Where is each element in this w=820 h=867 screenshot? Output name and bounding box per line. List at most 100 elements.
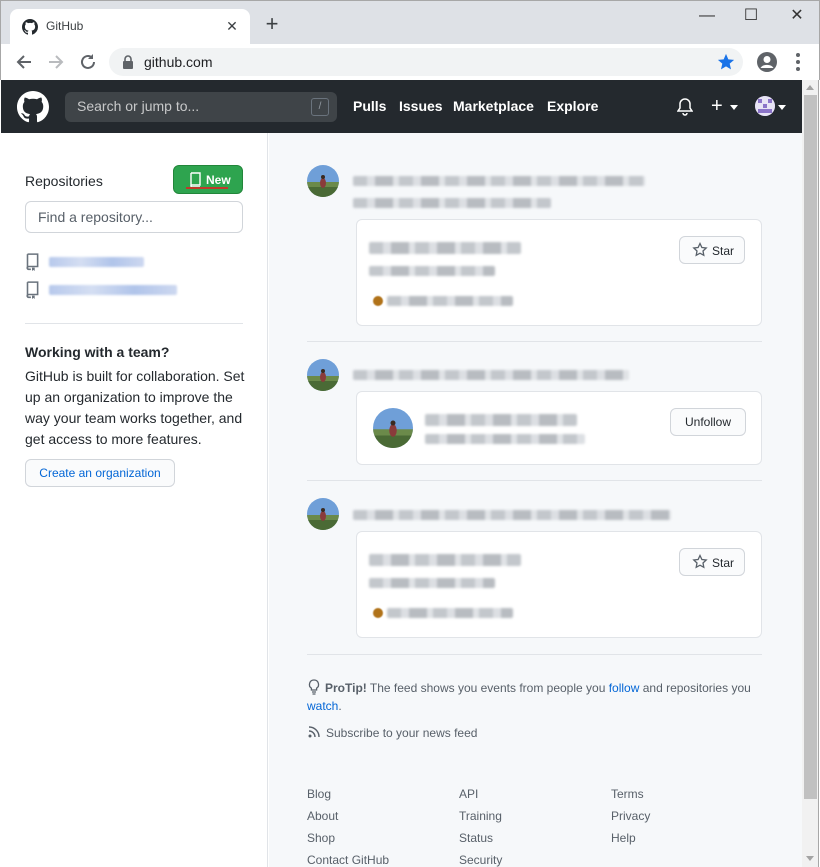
repo-icon: [26, 281, 39, 299]
protip-text-3: .: [338, 699, 342, 713]
repositories-heading: Repositories: [25, 173, 103, 189]
subscribe-feed-link[interactable]: Subscribe to your news feed: [307, 725, 477, 740]
browser-tab[interactable]: GitHub ✕: [10, 9, 250, 45]
nav-marketplace[interactable]: Marketplace: [453, 98, 534, 114]
follow-link[interactable]: follow: [609, 681, 640, 695]
star-button[interactable]: Star: [679, 236, 745, 264]
repo-desc-redacted: [369, 266, 495, 276]
avatar-photo-icon: [307, 359, 339, 391]
footer-link-training[interactable]: Training: [459, 805, 502, 827]
maximize-button[interactable]: ☐: [741, 7, 761, 25]
star-icon: [692, 554, 708, 569]
event-text-redacted: [353, 370, 629, 380]
feed-divider: [307, 341, 762, 342]
repo-title-redacted[interactable]: [369, 554, 521, 566]
star-icon: [692, 242, 708, 257]
protip: ProTip! The feed shows you events from p…: [307, 679, 763, 715]
tab-close-icon[interactable]: ✕: [224, 18, 240, 34]
user-name-redacted[interactable]: [425, 414, 577, 426]
lock-icon: [123, 55, 133, 69]
scroll-thumb[interactable]: [804, 95, 817, 799]
nav-issues[interactable]: Issues: [399, 98, 443, 114]
page-scrollbar[interactable]: [802, 80, 819, 867]
followed-user-avatar[interactable]: [373, 408, 413, 448]
footer-link-shop[interactable]: Shop: [307, 827, 389, 849]
close-window-button[interactable]: ✕: [787, 7, 807, 25]
unfollow-button[interactable]: Unfollow: [670, 408, 746, 436]
new-button-label: New: [206, 173, 231, 187]
search-placeholder: Search or jump to...: [77, 98, 200, 114]
repo-desc-redacted: [369, 578, 495, 588]
bookmark-star-icon[interactable]: [717, 53, 735, 71]
create-organization-button[interactable]: Create an organization: [25, 459, 175, 487]
footer-link-about[interactable]: About: [307, 805, 389, 827]
footer-link-privacy[interactable]: Privacy: [611, 805, 650, 827]
avatar-photo-icon: [307, 165, 339, 197]
event-time-redacted: [353, 198, 551, 208]
forward-arrow-icon[interactable]: [45, 51, 67, 73]
user-avatar[interactable]: [755, 96, 775, 116]
repo-meta-redacted: [387, 296, 513, 306]
address-bar[interactable]: github.com: [109, 48, 743, 76]
browser-menu-icon[interactable]: [791, 51, 805, 73]
actor-avatar[interactable]: [307, 165, 339, 197]
tab-title: GitHub: [46, 19, 84, 33]
user-card: Unfollow: [356, 391, 762, 465]
footer-link-status[interactable]: Status: [459, 827, 502, 849]
event-text-redacted: [353, 176, 645, 186]
watch-link[interactable]: watch: [307, 699, 338, 713]
scroll-down-arrow-icon[interactable]: [806, 856, 814, 861]
notifications-bell-icon[interactable]: [677, 98, 693, 116]
footer-link-api[interactable]: API: [459, 783, 502, 805]
github-favicon-icon: [22, 19, 38, 35]
footer-link-help[interactable]: Help: [611, 827, 650, 849]
repo-list-item[interactable]: [25, 253, 245, 271]
actor-avatar[interactable]: [307, 498, 339, 530]
repo-meta-redacted: [387, 608, 513, 618]
repo-card: Star: [356, 219, 762, 326]
find-repository-input[interactable]: Find a repository...: [25, 201, 243, 233]
identicon-icon: [755, 96, 775, 116]
team-heading: Working with a team?: [25, 344, 170, 360]
actor-avatar[interactable]: [307, 359, 339, 391]
news-feed: Star Unfollow Star ProTip! The feed show…: [269, 133, 802, 867]
reload-icon[interactable]: [77, 51, 99, 73]
create-caret-icon[interactable]: [730, 105, 738, 110]
footer-column-3: Terms Privacy Help: [611, 783, 650, 849]
lightbulb-icon: [308, 679, 320, 695]
sidebar-divider: [25, 323, 243, 324]
star-button[interactable]: Star: [679, 548, 745, 576]
back-arrow-icon[interactable]: [13, 51, 35, 73]
nav-pulls[interactable]: Pulls: [353, 98, 386, 114]
star-label: Star: [712, 556, 735, 570]
new-repository-button[interactable]: New: [173, 165, 243, 194]
repo-title-redacted[interactable]: [369, 242, 521, 254]
feed-divider: [307, 654, 762, 655]
profile-icon[interactable]: [756, 51, 778, 73]
dashboard-sidebar: Repositories New Find a repository... Wo…: [1, 133, 268, 867]
footer-link-security[interactable]: Security: [459, 849, 502, 867]
footer-link-contact[interactable]: Contact GitHub: [307, 849, 389, 867]
minimize-button[interactable]: —: [697, 7, 717, 25]
new-tab-button[interactable]: +: [263, 13, 281, 35]
repo-card: Star: [356, 531, 762, 638]
footer-link-blog[interactable]: Blog: [307, 783, 389, 805]
repo-name-redacted: [49, 285, 177, 295]
nav-explore[interactable]: Explore: [547, 98, 598, 114]
browser-toolbar: github.com: [0, 44, 820, 80]
star-label: Star: [712, 244, 735, 258]
avatar-photo-icon: [307, 498, 339, 530]
avatar-photo-icon: [373, 408, 413, 448]
search-input[interactable]: Search or jump to... /: [65, 92, 337, 122]
repo-icon: [26, 253, 39, 271]
url-text: github.com: [144, 54, 213, 70]
footer-link-terms[interactable]: Terms: [611, 783, 650, 805]
protip-text-2: and repositories you: [639, 681, 751, 695]
github-logo-icon[interactable]: [17, 91, 49, 123]
browser-titlebar: GitHub ✕ + — ☐ ✕: [0, 0, 820, 45]
create-new-plus-icon[interactable]: +: [711, 96, 723, 116]
user-caret-icon[interactable]: [778, 105, 786, 110]
repo-list-item[interactable]: [25, 281, 245, 299]
language-color-dot: [373, 608, 383, 618]
scroll-up-arrow-icon[interactable]: [806, 85, 814, 90]
